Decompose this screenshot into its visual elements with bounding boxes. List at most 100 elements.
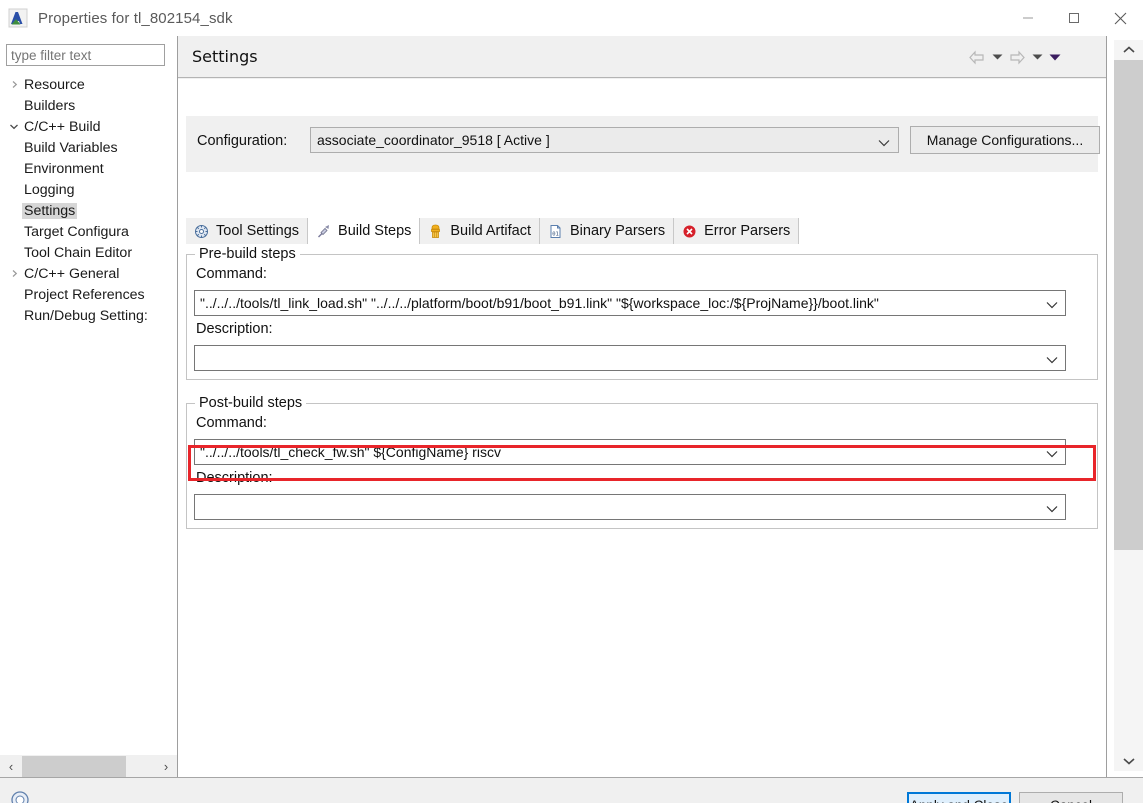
prebuild-description-label: Description: — [196, 321, 273, 337]
view-menu-chevron-down-icon[interactable] — [1046, 48, 1064, 66]
error-parsers-icon — [681, 223, 698, 240]
back-history-chevron-down-icon[interactable] — [988, 48, 1006, 66]
settings-tree[interactable]: Resource Builders C/C++ Build Build Vari… — [0, 74, 177, 744]
tab-label: Build Artifact — [450, 223, 531, 239]
window-title: Properties for tl_802154_sdk — [38, 9, 233, 27]
dialog-footer: Apply and Close Cancel — [0, 777, 1143, 803]
chevron-down-icon[interactable] — [1046, 501, 1058, 517]
tab-tool-settings[interactable]: Tool Settings — [186, 218, 309, 244]
hscroll-thumb[interactable] — [22, 755, 126, 777]
sidebar-item-label: Target Configura — [24, 223, 129, 240]
prebuild-command-label: Command: — [196, 266, 267, 282]
build-artifact-icon — [427, 223, 444, 240]
scroll-up-arrow-icon[interactable] — [1114, 40, 1143, 60]
chevron-down-icon[interactable] — [1046, 352, 1058, 368]
prebuild-command-value: "../../../tools/tl_link_load.sh" "../../… — [200, 295, 879, 311]
tab-binary-parsers[interactable]: 01 Binary Parsers — [539, 218, 675, 244]
manage-configurations-button[interactable]: Manage Configurations... — [910, 126, 1100, 154]
chevron-down-icon[interactable] — [6, 122, 22, 131]
scrollbar-border — [1106, 36, 1107, 777]
sidebar-item-cpp-general[interactable]: C/C++ General — [0, 263, 177, 284]
prebuild-command-combo[interactable]: "../../../tools/tl_link_load.sh" "../../… — [194, 290, 1066, 316]
sidebar-item-label: Environment — [24, 160, 104, 177]
forward-history-chevron-down-icon[interactable] — [1028, 48, 1046, 66]
tab-label: Tool Settings — [216, 223, 300, 239]
sidebar-item-label: Project References — [24, 286, 145, 303]
content-vertical-scrollbar[interactable] — [1106, 36, 1143, 777]
tree-horizontal-scrollbar[interactable]: ‹ › — [0, 754, 177, 777]
postbuild-command-combo[interactable]: "../../../tools/tl_check_fw.sh" ${Config… — [194, 439, 1066, 465]
chevron-down-icon[interactable] — [1046, 446, 1058, 462]
tab-build-artifact[interactable]: Build Artifact — [420, 218, 540, 244]
sidebar-item-tool-chain-editor[interactable]: Tool Chain Editor — [0, 242, 177, 263]
post-build-steps-group: Post-build steps Command: "../../../tool… — [186, 395, 1098, 529]
sidebar-item-resource[interactable]: Resource — [0, 74, 177, 95]
sidebar-item-label: Run/Debug Setting: — [24, 307, 148, 324]
arrow-right-icon[interactable] — [1006, 48, 1028, 66]
tab-build-steps[interactable]: Build Steps — [308, 218, 421, 244]
sidebar-item-label: Builders — [24, 97, 76, 114]
minimize-button[interactable] — [1005, 0, 1051, 36]
scroll-down-arrow-icon[interactable] — [1114, 751, 1143, 771]
sidebar-item-label: Tool Chain Editor — [24, 244, 133, 261]
page-title: Settings — [192, 47, 258, 66]
sidebar-item-project-references[interactable]: Project References — [0, 284, 177, 305]
tab-bar: Tool Settings Build Steps Build Artifact… — [186, 218, 1098, 244]
configuration-select[interactable]: associate_coordinator_9518 [ Active ] — [310, 127, 899, 153]
properties-dialog: Properties for tl_802154_sdk Resource — [0, 0, 1143, 803]
binary-parsers-icon: 01 — [547, 223, 564, 240]
arrow-left-icon[interactable] — [966, 48, 988, 66]
postbuild-command-label: Command: — [196, 415, 267, 431]
scroll-left-arrow-icon[interactable]: ‹ — [0, 755, 22, 778]
sidebar-item-label: Logging — [24, 181, 75, 198]
post-build-steps-title: Post-build steps — [195, 395, 307, 411]
maximize-button[interactable] — [1051, 0, 1097, 36]
pre-build-steps-group: Pre-build steps Command: "../../../tools… — [186, 246, 1098, 380]
tab-label: Build Steps — [338, 223, 412, 239]
window-controls — [1005, 0, 1143, 36]
tab-error-parsers[interactable]: Error Parsers — [674, 218, 800, 244]
sidebar-item-label: Settings — [22, 202, 78, 219]
tool-settings-icon — [193, 223, 210, 240]
chevron-down-icon[interactable] — [1046, 297, 1058, 313]
chevron-down-icon[interactable] — [878, 135, 890, 151]
vscroll-thumb[interactable] — [1114, 60, 1143, 550]
sidebar-item-logging[interactable]: Logging — [0, 179, 177, 200]
sidebar-item-cpp-build[interactable]: C/C++ Build — [0, 116, 177, 137]
settings-page: Settings Configuration: associate_coordi… — [178, 36, 1143, 777]
sidebar-item-build-variables[interactable]: Build Variables — [0, 137, 177, 158]
settings-content: Configuration: associate_coordinator_951… — [178, 79, 1106, 777]
pre-build-steps-title: Pre-build steps — [195, 246, 300, 262]
sidebar-item-label: Build Variables — [24, 139, 118, 156]
postbuild-description-combo[interactable] — [194, 494, 1066, 520]
close-button[interactable] — [1097, 0, 1143, 36]
configuration-selected-value: associate_coordinator_9518 [ Active ] — [317, 132, 550, 148]
sidebar-item-builders[interactable]: Builders — [0, 95, 177, 116]
settings-tree-pane: Resource Builders C/C++ Build Build Vari… — [0, 36, 177, 777]
filter-input[interactable] — [6, 44, 165, 66]
sidebar-item-environment[interactable]: Environment — [0, 158, 177, 179]
configuration-label: Configuration: — [197, 133, 288, 149]
chevron-right-icon[interactable] — [6, 269, 22, 278]
scroll-right-arrow-icon[interactable]: › — [155, 755, 177, 778]
help-icon[interactable] — [10, 790, 30, 803]
configuration-panel: Configuration: associate_coordinator_951… — [186, 116, 1100, 172]
sidebar-item-run-debug-settings[interactable]: Run/Debug Setting: — [0, 305, 177, 326]
apply-and-close-button[interactable]: Apply and Close — [907, 792, 1011, 803]
chevron-right-icon[interactable] — [6, 80, 22, 89]
sidebar-item-label: C/C++ Build — [24, 118, 101, 135]
build-steps-icon — [315, 223, 332, 240]
hscroll-track[interactable] — [22, 755, 155, 778]
sidebar-item-target-configuration[interactable]: Target Configura — [0, 221, 177, 242]
sidebar-item-settings[interactable]: Settings — [0, 200, 177, 221]
eclipse-app-icon — [8, 8, 28, 28]
page-header: Settings — [178, 36, 1106, 78]
cancel-button[interactable]: Cancel — [1019, 792, 1123, 803]
svg-text:01: 01 — [552, 231, 559, 237]
sidebar-item-label: Resource — [24, 76, 85, 93]
postbuild-description-label: Description: — [196, 470, 273, 486]
prebuild-description-combo[interactable] — [194, 345, 1066, 371]
title-bar: Properties for tl_802154_sdk — [0, 0, 1143, 36]
tab-label: Binary Parsers — [569, 223, 666, 239]
page-navigation — [966, 48, 1064, 66]
